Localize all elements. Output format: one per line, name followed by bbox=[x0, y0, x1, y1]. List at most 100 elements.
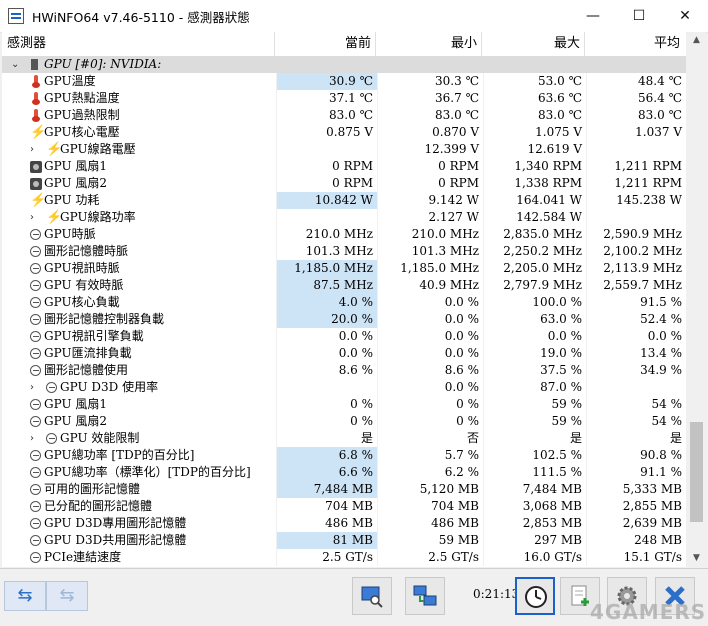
avg-value bbox=[586, 379, 686, 396]
table-row[interactable]: › ⚡ GPU線路電壓 12.399 V 12.619 V bbox=[2, 141, 686, 158]
clock-icon bbox=[30, 535, 41, 546]
table-row[interactable]: GPU 有效時脈 87.5 MHz 40.9 MHz 2,797.9 MHz 2,559… bbox=[2, 277, 686, 294]
min-value: 36.7 ℃ bbox=[377, 90, 483, 107]
max-value: 2,835.0 MHz bbox=[483, 226, 586, 243]
table-row[interactable]: GPU總功率 [TDP的百分比] 6.8 % 5.7 % 102.5 % 90.8 % bbox=[2, 447, 686, 464]
current-value: 6.6 % bbox=[276, 464, 377, 481]
max-value: 142.584 W bbox=[483, 209, 586, 226]
min-value: 8.6 % bbox=[377, 362, 483, 379]
max-value: 297 MB bbox=[483, 532, 586, 549]
maximize-button[interactable]: ☐ bbox=[616, 0, 662, 32]
sensor-label: GPU過熱限制 bbox=[44, 108, 120, 122]
min-value: 40.9 MHz bbox=[377, 277, 483, 294]
min-value: 704 MB bbox=[377, 498, 483, 515]
clock-icon bbox=[30, 484, 41, 495]
table-row[interactable]: › ⚡ GPU線路功率 2.127 W 142.584 W bbox=[2, 209, 686, 226]
table-row[interactable]: 已分配的圖形記憶體 704 MB 704 MB 3,068 MB 2,855 MB bbox=[2, 498, 686, 515]
column-header-current[interactable]: 當前 bbox=[274, 32, 375, 56]
max-value: 102.5 % bbox=[483, 447, 586, 464]
max-value: 2,797.9 MHz bbox=[483, 277, 586, 294]
close-button[interactable]: ✕ bbox=[662, 0, 708, 32]
min-value: 0.0 % bbox=[377, 294, 483, 311]
table-row[interactable]: PCIe連結速度 2.5 GT/s 2.5 GT/s 16.0 GT/s 15.1 GT… bbox=[2, 549, 686, 566]
table-row[interactable]: GPU視訊引擎負載 0.0 % 0.0 % 0.0 % 0.0 % bbox=[2, 328, 686, 345]
table-row[interactable]: GPU溫度 30.9 ℃ 30.3 ℃ 53.0 ℃ 48.4 ℃ bbox=[2, 73, 686, 90]
table-row[interactable]: GPU 風扇2 0 % 0 % 59 % 54 % bbox=[2, 413, 686, 430]
reset-timer-button[interactable] bbox=[515, 577, 555, 615]
max-value: 16.0 GT/s bbox=[483, 549, 586, 566]
table-row[interactable]: GPU 風扇1 0 % 0 % 59 % 54 % bbox=[2, 396, 686, 413]
scroll-down-arrow-icon[interactable]: ▼ bbox=[687, 550, 706, 567]
vertical-scrollbar[interactable]: ▲ ▼ bbox=[687, 32, 706, 567]
min-value: 0 % bbox=[377, 396, 483, 413]
column-header-sensor[interactable]: 感測器 bbox=[7, 32, 272, 56]
scroll-up-arrow-icon[interactable]: ▲ bbox=[687, 32, 706, 49]
current-value: 30.9 ℃ bbox=[276, 73, 377, 90]
minimize-button[interactable]: — bbox=[570, 0, 616, 32]
max-value: 1.075 V bbox=[483, 124, 586, 141]
table-header: 感測器 當前 最小 最大 平均 bbox=[2, 32, 686, 57]
min-value: 83.0 ℃ bbox=[377, 107, 483, 124]
table-row[interactable]: 圖形記憶體時脈 101.3 MHz 101.3 MHz 2,250.2 MHz 2,10… bbox=[2, 243, 686, 260]
min-value: 0 RPM bbox=[377, 175, 483, 192]
table-row[interactable]: GPU 風扇2 0 RPM 0 RPM 1,338 RPM 1,211 RPM bbox=[2, 175, 686, 192]
current-value: 10.842 W bbox=[276, 192, 377, 209]
min-value: 59 MB bbox=[377, 532, 483, 549]
expand-arrow-icon[interactable]: › bbox=[30, 379, 34, 396]
current-value: 4.0 % bbox=[276, 294, 377, 311]
avg-value: 91.5 % bbox=[586, 294, 686, 311]
column-header-max[interactable]: 最大 bbox=[481, 32, 584, 56]
min-value: 486 MB bbox=[377, 515, 483, 532]
table-row[interactable]: 可用的圖形記憶體 7,484 MB 5,120 MB 7,484 MB 5,333 MB bbox=[2, 481, 686, 498]
sensor-label: GPU 有效時脈 bbox=[44, 278, 124, 292]
table-row[interactable]: GPU核心負載 4.0 % 0.0 % 100.0 % 91.5 % bbox=[2, 294, 686, 311]
table-row[interactable]: › GPU 效能限制是否是是 bbox=[2, 430, 686, 447]
nav-forward-button[interactable]: ⇆ bbox=[46, 581, 88, 611]
min-value: 210.0 MHz bbox=[377, 226, 483, 243]
table-row[interactable]: 圖形記憶體控制器負載 20.0 % 0.0 % 63.0 % 52.4 % bbox=[2, 311, 686, 328]
avg-value: 52.4 % bbox=[586, 311, 686, 328]
table-row[interactable]: ⚡ GPU核心電壓 0.875 V 0.870 V 1.075 V 1.037 V bbox=[2, 124, 686, 141]
app-icon bbox=[8, 8, 24, 24]
expand-arrow-icon[interactable]: › bbox=[30, 141, 34, 158]
elapsed-time: 0:21:13 bbox=[473, 587, 520, 601]
max-value: 111.5 % bbox=[483, 464, 586, 481]
table-row[interactable]: GPU視訊時脈 1,185.0 MHz 1,185.0 MHz 2,205.0 MHz… bbox=[2, 260, 686, 277]
avg-value: 2,590.9 MHz bbox=[586, 226, 686, 243]
clock-icon bbox=[30, 314, 41, 325]
table-row[interactable]: ⚡ GPU 功耗 10.842 W 9.142 W 164.041 W 145.238 W bbox=[2, 192, 686, 209]
avg-value: 34.9 % bbox=[586, 362, 686, 379]
document-add-icon bbox=[571, 585, 589, 606]
current-value: 0 % bbox=[276, 396, 377, 413]
group-row-gpu[interactable]: ⌄ GPU [#0]: NVIDIA: bbox=[2, 56, 686, 73]
min-value: 1,185.0 MHz bbox=[377, 260, 483, 277]
table-row[interactable]: › GPU D3D 使用率 0.0 % 87.0 % bbox=[2, 379, 686, 396]
table-row[interactable]: 圖形記憶體使用 8.6 % 8.6 % 37.5 % 34.9 % bbox=[2, 362, 686, 379]
expand-arrow-icon[interactable]: › bbox=[30, 430, 34, 447]
table-row[interactable]: GPU總功率（標準化）[TDP的百分比] 6.6 % 6.2 % 111.5 % 91.… bbox=[2, 464, 686, 481]
column-header-avg[interactable]: 平均 bbox=[584, 32, 686, 56]
thermometer-icon bbox=[30, 75, 42, 88]
sensor-label: GPU核心負載 bbox=[44, 295, 120, 309]
clock-icon bbox=[30, 348, 41, 359]
table-row[interactable]: GPU匯流排負載 0.0 % 0.0 % 19.0 % 13.4 % bbox=[2, 345, 686, 362]
expand-arrow-icon[interactable]: › bbox=[30, 209, 34, 226]
table-row[interactable]: GPU D3D共用圖形記憶體 81 MB 59 MB 297 MB 248 MB bbox=[2, 532, 686, 549]
table-row[interactable]: GPU 風扇1 0 RPM 0 RPM 1,340 RPM 1,211 RPM bbox=[2, 158, 686, 175]
scrollbar-thumb[interactable] bbox=[690, 422, 703, 522]
table-row[interactable]: GPU熱點溫度 37.1 ℃ 36.7 ℃ 63.6 ℃ 56.4 ℃ bbox=[2, 90, 686, 107]
avg-value: 0.0 % bbox=[586, 328, 686, 345]
table-row[interactable]: GPU時脈 210.0 MHz 210.0 MHz 2,835.0 MHz 2,590.… bbox=[2, 226, 686, 243]
max-value: 2,853 MB bbox=[483, 515, 586, 532]
column-header-min[interactable]: 最小 bbox=[375, 32, 481, 56]
network-button[interactable] bbox=[405, 577, 445, 615]
table-row[interactable]: GPU D3D專用圖形記憶體 486 MB 486 MB 2,853 MB 2,639 … bbox=[2, 515, 686, 532]
nav-back-button[interactable]: ⇆ bbox=[4, 581, 46, 611]
min-value: 5,120 MB bbox=[377, 481, 483, 498]
thermometer-icon bbox=[30, 109, 42, 122]
table-row[interactable]: GPU過熱限制 83.0 ℃ 83.0 ℃ 83.0 ℃ 83.0 ℃ bbox=[2, 107, 686, 124]
min-value: 2.127 W bbox=[377, 209, 483, 226]
collapse-arrow-icon[interactable]: ⌄ bbox=[11, 56, 19, 73]
report-button[interactable] bbox=[352, 577, 392, 615]
max-value: 是 bbox=[483, 430, 586, 447]
